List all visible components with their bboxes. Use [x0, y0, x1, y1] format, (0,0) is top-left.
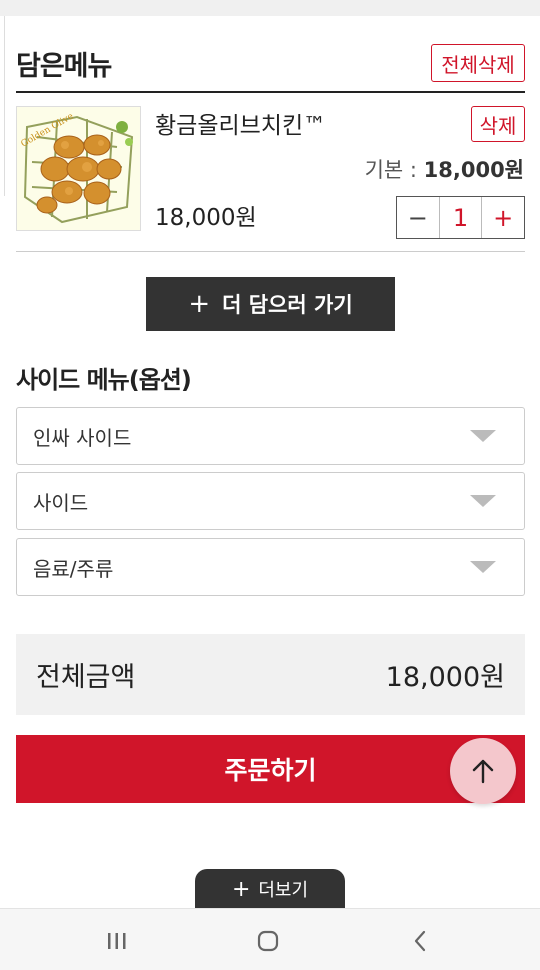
cart-page: 담은메뉴 전체삭제 Golden Olive 황금올리브치킨™ 삭제 기본: … — [0, 0, 540, 909]
side-edge — [0, 16, 5, 196]
header-divider — [16, 91, 525, 93]
view-more-label: 더보기 — [258, 880, 309, 901]
add-more-button[interactable]: + 더 담으러 가기 — [146, 277, 395, 331]
select-value: 인싸 사이드 — [33, 425, 132, 450]
item-price: 18,000원 — [155, 205, 257, 231]
chevron-down-icon — [470, 430, 496, 442]
base-price: 기본 : 18,000원 — [365, 154, 524, 184]
quantity-value[interactable]: 1 — [438, 197, 482, 238]
delete-all-button[interactable]: 전체삭제 — [431, 44, 525, 82]
top-strip — [0, 0, 540, 16]
increase-button[interactable]: + — [481, 197, 524, 238]
side-select-insider[interactable]: 인싸 사이드 — [16, 407, 525, 465]
chevron-down-icon — [470, 495, 496, 507]
home-button[interactable] — [253, 927, 283, 955]
plus-icon: + — [231, 876, 251, 902]
arrow-up-icon — [472, 759, 494, 784]
base-price-label: 기본 : — [364, 158, 424, 182]
total-summary: 전체금액 18,000원 — [16, 634, 525, 715]
order-button[interactable]: 주문하기 — [16, 735, 525, 803]
delete-item-button[interactable]: 삭제 — [471, 106, 525, 142]
item-divider — [16, 251, 525, 252]
view-more-button[interactable]: + 더보기 — [195, 869, 345, 909]
recent-apps-icon — [108, 933, 126, 949]
add-more-label: 더 담으러 가기 — [222, 293, 353, 317]
back-icon — [414, 930, 426, 952]
side-menu-title: 사이드 메뉴(옵션) — [16, 366, 192, 394]
side-select-drinks[interactable]: 음료/주류 — [16, 538, 525, 596]
select-value: 음료/주류 — [33, 556, 114, 581]
side-select-side[interactable]: 사이드 — [16, 472, 525, 530]
quantity-stepper: − 1 + — [396, 196, 525, 239]
recent-apps-button[interactable] — [102, 927, 132, 955]
total-amount: 18,000원 — [385, 662, 505, 693]
home-icon — [257, 930, 279, 952]
select-value: 사이드 — [33, 490, 89, 515]
item-thumbnail: Golden Olive — [16, 106, 141, 231]
plus-icon: + — [188, 289, 211, 319]
cart-title: 담은메뉴 — [16, 51, 112, 82]
back-button[interactable] — [405, 927, 435, 955]
decrease-button[interactable]: − — [397, 197, 439, 238]
item-name: 황금올리브치킨™ — [155, 113, 327, 139]
total-label: 전체금액 — [36, 662, 136, 693]
chevron-down-icon — [470, 561, 496, 573]
base-price-value: 18,000원 — [423, 158, 524, 182]
system-nav-bar — [0, 908, 540, 970]
fried-chicken-photo: Golden Olive — [17, 107, 140, 230]
scroll-top-button[interactable] — [450, 738, 516, 804]
